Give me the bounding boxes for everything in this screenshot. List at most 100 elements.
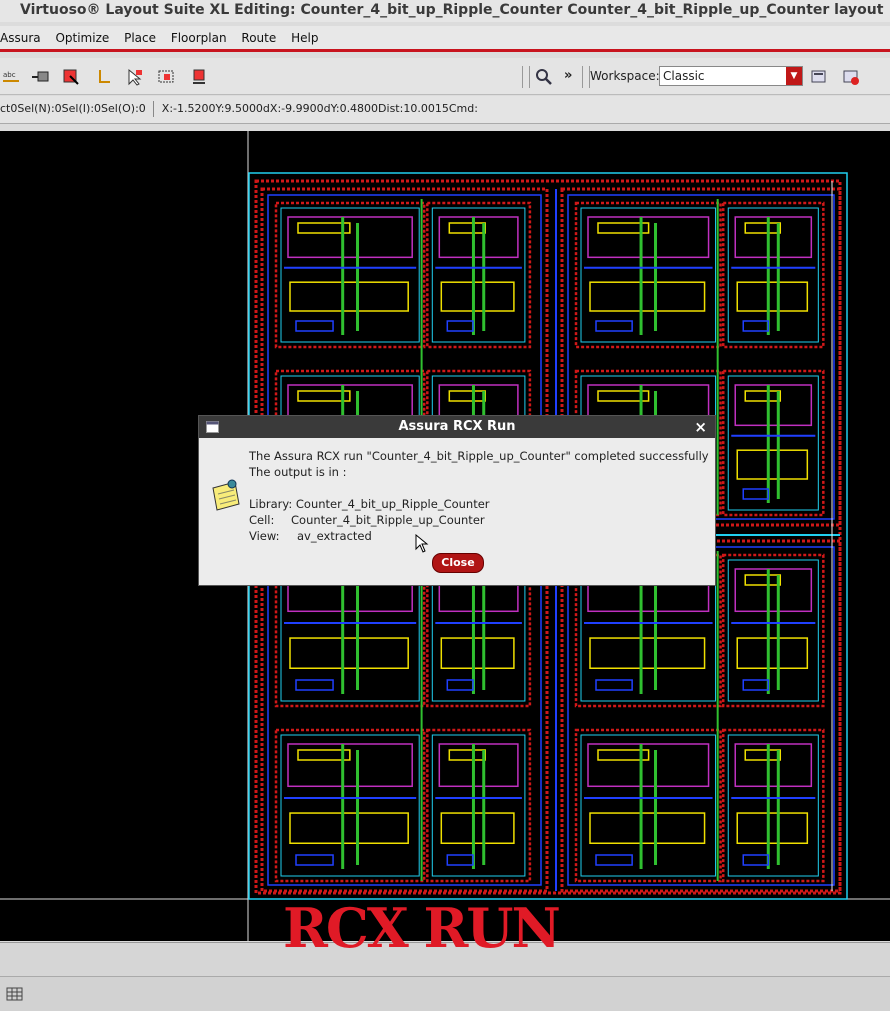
library-label: Library: [249,497,293,511]
mouse-cursor-icon [415,534,429,553]
pointer-tool-icon[interactable] [126,68,144,86]
grid-icon[interactable] [6,985,24,1003]
nmos-diff [289,637,409,669]
message-line: The Assura RCX run "Counter_4_bit_Ripple… [249,449,709,463]
menu-route[interactable]: Route [241,31,276,45]
notepad-icon [212,479,240,511]
nmos-diff [440,281,515,312]
sub-cell-well [431,207,526,343]
via-block [446,679,474,691]
via-block [595,854,633,866]
quadrant-metal [567,546,835,886]
contact-row [744,574,782,586]
nmos-diff [589,281,706,312]
contact-row [744,222,782,234]
view-label: View: [249,529,280,543]
toolbar: abc » Workspace: Classic ▼ [0,58,890,95]
workspace-label: Workspace: [590,69,660,83]
nmos-diff [589,812,706,844]
overlay-caption: RCX RUN [283,896,561,960]
toolbar-separator [582,66,590,88]
pin-tool-icon[interactable] [32,68,50,86]
sub-cell-well [727,207,819,343]
close-icon[interactable]: × [694,416,707,438]
nmos-diff [589,637,706,669]
nmos-diff [289,812,409,844]
sub-cell-ring [721,369,825,517]
toolbar-separator [522,66,530,88]
sub-cell-ring [721,728,825,883]
area-select-icon[interactable] [158,68,176,86]
sub-cell-ring [426,201,532,349]
sub-cell-well [727,559,819,702]
sub-cell-well [727,375,819,511]
coordinate-status: X:-1.5200Y:9.5000dX:-9.9900dY:0.4800Dist… [161,102,478,115]
via-block [295,854,334,866]
path-tool-icon[interactable] [96,68,114,86]
workspace-save-icon[interactable] [810,68,828,86]
menu-optimize[interactable]: Optimize [55,31,109,45]
via-block [742,854,770,866]
via-block [295,320,334,332]
nmos-diff [736,637,809,669]
nmos-diff [440,637,515,669]
status-divider [153,101,155,117]
via-block [742,488,770,500]
close-button[interactable]: Close [432,553,484,573]
status-line: ct0Sel(N):0Sel(I):0Sel(O):0 X:-1.5200Y:9… [0,96,890,124]
sub-cell-ring [721,553,825,708]
via-block [742,320,770,332]
cell-value: Counter_4_bit_Ripple_up_Counter [291,513,485,527]
sub-cell-ring [426,728,532,883]
delete-tool-icon[interactable] [190,68,208,86]
quadrant-ring [260,539,549,893]
nmos-diff [736,281,809,312]
sub-cell-well [727,734,819,877]
chevron-down-icon[interactable]: ▼ [786,67,802,85]
window-icon [206,421,219,433]
via-block [295,679,334,691]
dialog-title: Assura RCX Run [398,419,516,434]
menu-floorplan[interactable]: Floorplan [171,31,227,45]
quadrant-metal [267,546,542,886]
nmos-diff [736,812,809,844]
via-block [446,320,474,332]
more-tools-icon[interactable]: » [564,68,572,83]
view-value: av_extracted [297,529,372,543]
via-block [595,679,633,691]
nmos-diff [440,812,515,844]
library-value: Counter_4_bit_up_Ripple_Counter [295,497,490,511]
svg-text:abc: abc [3,71,16,79]
cell-label: Cell: [249,513,275,527]
dialog-titlebar: Assura RCX Run × [199,416,715,438]
sub-cell-ring [721,201,825,349]
search-icon[interactable] [535,68,553,86]
assura-rcx-dialog: Assura RCX Run × The Assura RCX run "Cou… [198,415,716,586]
contact-row [448,390,486,402]
window-title: Virtuoso® Layout Suite XL Editing: Count… [0,0,890,22]
workspace-delete-icon[interactable] [842,68,860,86]
contact-row [744,390,782,402]
label-tool-icon[interactable]: abc [2,68,20,86]
contact-row [448,222,486,234]
select-tool-icon[interactable] [62,68,80,86]
nmos-diff [736,449,809,480]
menu-help[interactable]: Help [291,31,318,45]
workspace-value: Classic [663,69,705,83]
contact-row [744,749,782,761]
contact-row [448,749,486,761]
via-block [446,854,474,866]
via-block [595,320,633,332]
workspace-select[interactable]: Classic ▼ [659,66,803,86]
nmos-diff [289,281,409,312]
menu-place[interactable]: Place [124,31,156,45]
menu-assura[interactable]: Assura [0,31,41,45]
menu-bar: Assura Optimize Place Floorplan Route He… [0,26,890,52]
output-line: The output is in : [249,465,347,479]
via-block [742,679,770,691]
selection-status: ct0Sel(N):0Sel(I):0Sel(O):0 [0,102,146,115]
dialog-message: The Assura RCX run "Counter_4_bit_Ripple… [249,448,709,544]
sub-cell-well [431,734,526,877]
status-footer [0,976,890,1011]
quadrant-ring [560,539,842,893]
